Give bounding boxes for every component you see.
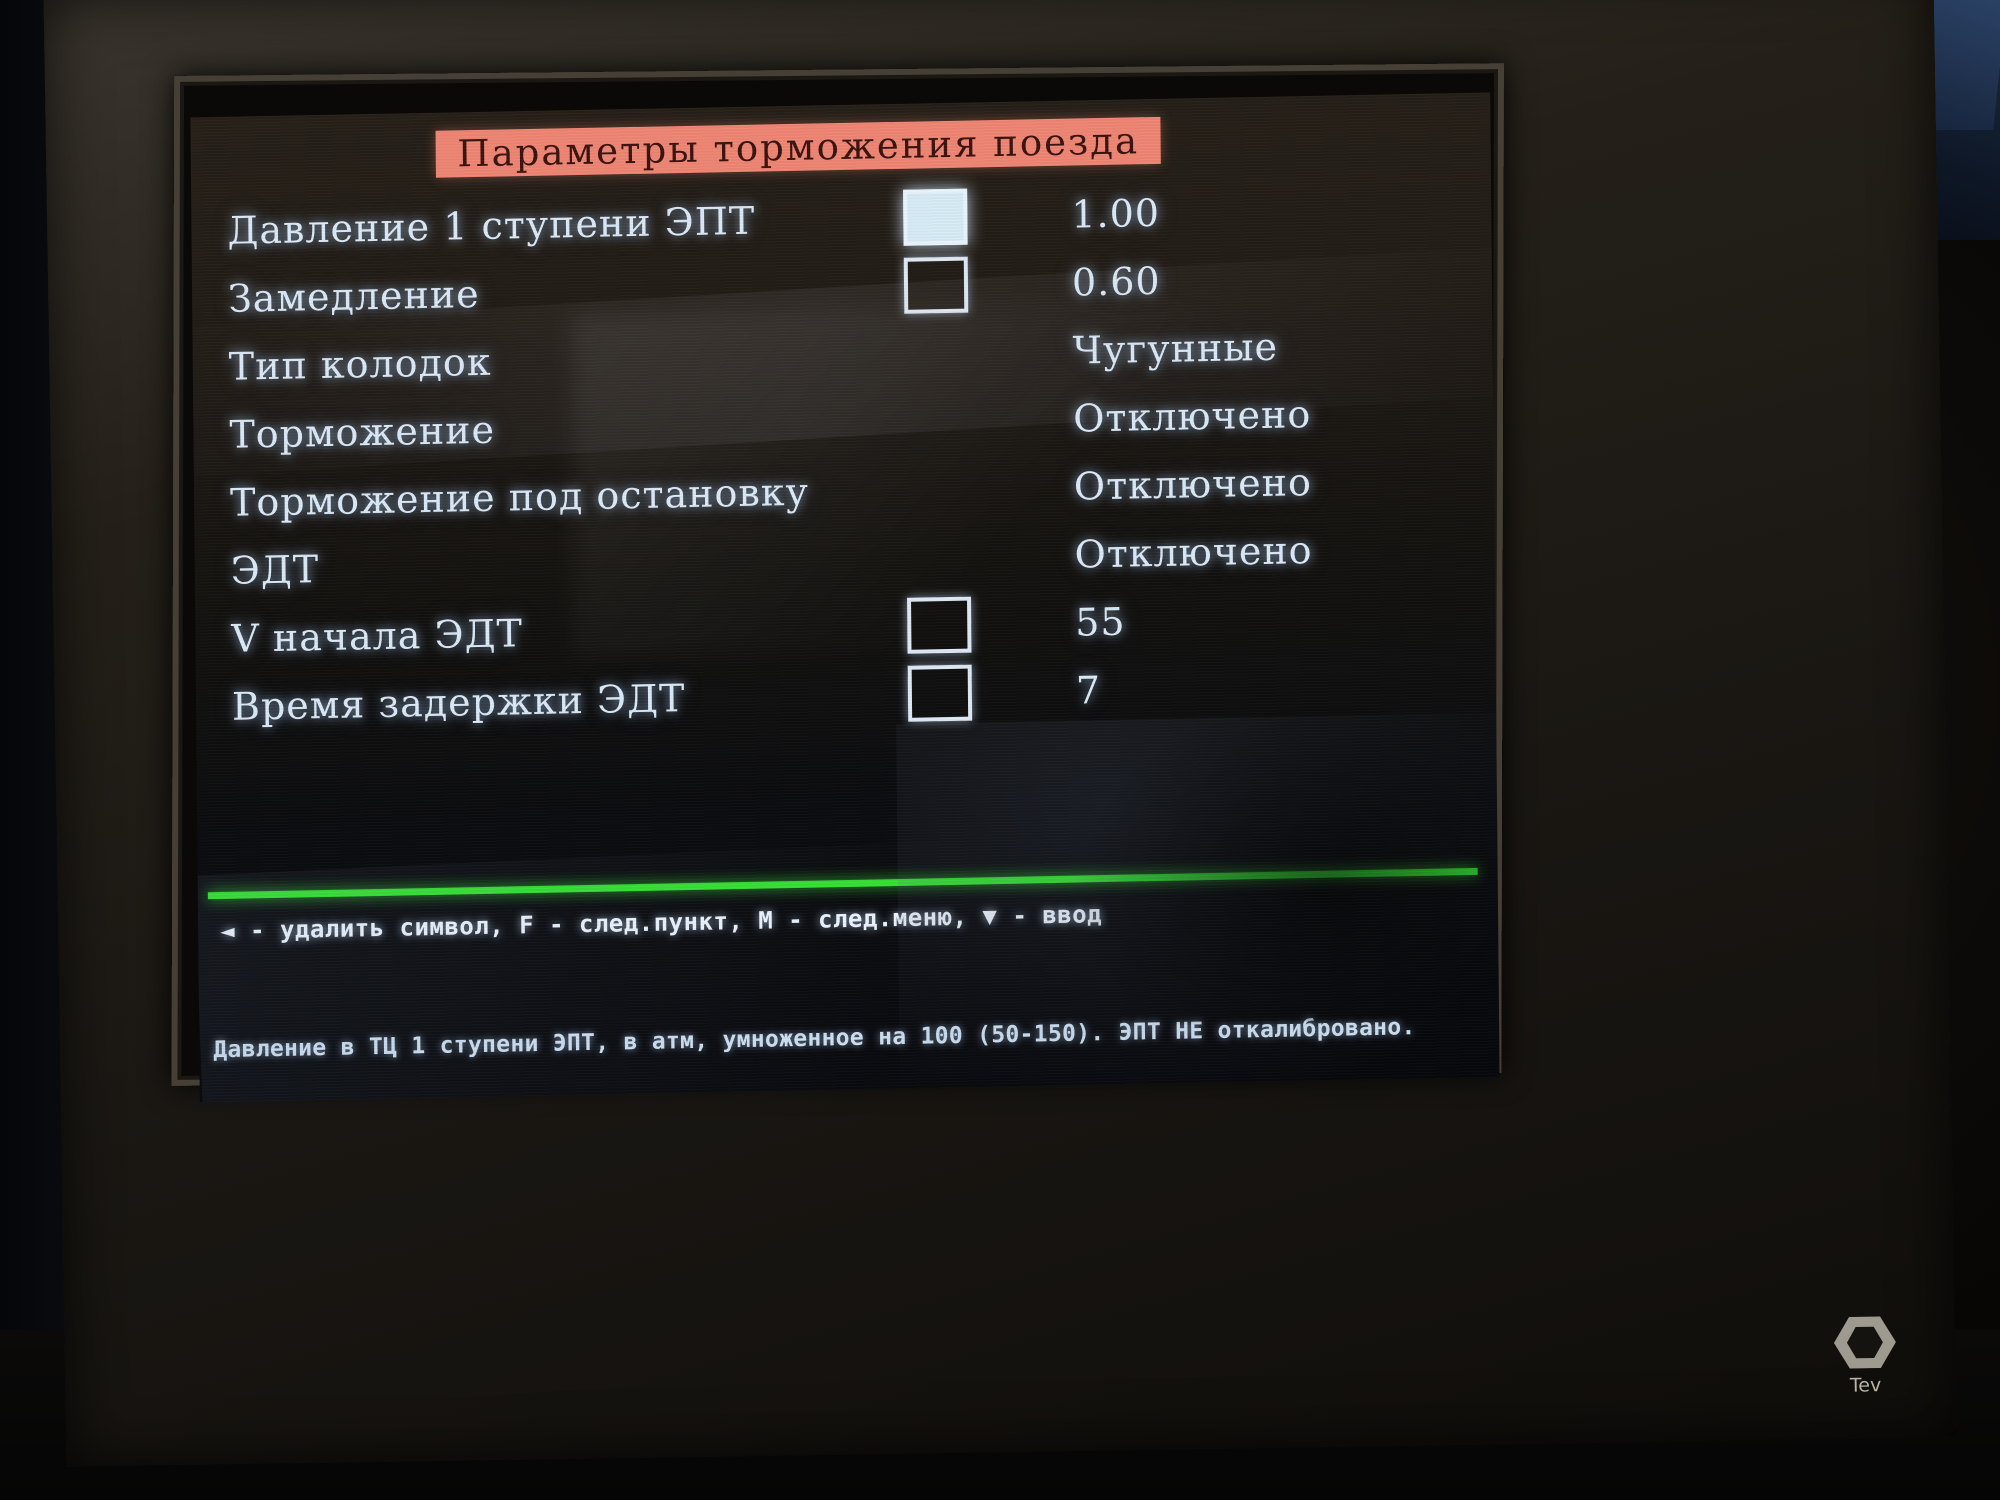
edit-field-box[interactable] bbox=[903, 256, 969, 314]
parameter-value: 7 bbox=[1075, 668, 1102, 713]
parameter-value: Отключено bbox=[1074, 528, 1313, 577]
edit-field-box[interactable] bbox=[907, 596, 972, 654]
parameter-list: Давление 1 ступени ЭПТ 1.00 Замедление 0… bbox=[191, 173, 1496, 742]
logo-brand-text: Tev bbox=[1849, 1374, 1882, 1397]
hexagon-logo-icon bbox=[1833, 1314, 1896, 1371]
green-separator-line bbox=[207, 867, 1478, 900]
screen-title-bar: Параметры торможения поезда bbox=[435, 116, 1161, 178]
parameter-label: Торможение bbox=[229, 407, 496, 457]
parameter-value: Отключено bbox=[1073, 392, 1312, 441]
parameter-value: 1.00 bbox=[1071, 190, 1161, 237]
parameter-value: 55 bbox=[1075, 599, 1126, 645]
photograph-of-cab-display: Tev Параметры торможения поезда Давление… bbox=[0, 0, 2000, 1500]
key-hints-bar: ◄ - удалить символ, F - след.пункт, M - … bbox=[220, 900, 1103, 946]
parameter-value: 0.60 bbox=[1071, 258, 1161, 305]
parameter-label: Торможение под остановку bbox=[229, 469, 810, 525]
parameter-label: Тип колодок bbox=[228, 339, 492, 389]
manufacturer-logo: Tev bbox=[1804, 1314, 1926, 1426]
parameter-value: Чугунные bbox=[1072, 324, 1279, 373]
parameter-label: V начала ЭДТ bbox=[231, 611, 524, 661]
edit-field-box[interactable] bbox=[907, 664, 973, 722]
status-help-line: Давление в ТЦ 1 ступени ЭПТ, в атм, умно… bbox=[213, 1014, 1416, 1064]
edit-field-box[interactable] bbox=[903, 188, 968, 246]
parameter-label: Давление 1 ступени ЭПТ bbox=[227, 198, 756, 253]
parameter-label: Время задержки ЭДТ bbox=[231, 676, 686, 729]
parameter-label: ЭДТ bbox=[230, 547, 320, 593]
page-title: Параметры торможения поезда bbox=[457, 119, 1140, 176]
parameter-label: Замедление bbox=[227, 271, 480, 321]
menu-screen: Параметры торможения поезда Давление 1 с… bbox=[190, 93, 1499, 1103]
lcd-screen: Параметры торможения поезда Давление 1 с… bbox=[190, 92, 1500, 1103]
parameter-value: Отключено bbox=[1073, 460, 1313, 509]
